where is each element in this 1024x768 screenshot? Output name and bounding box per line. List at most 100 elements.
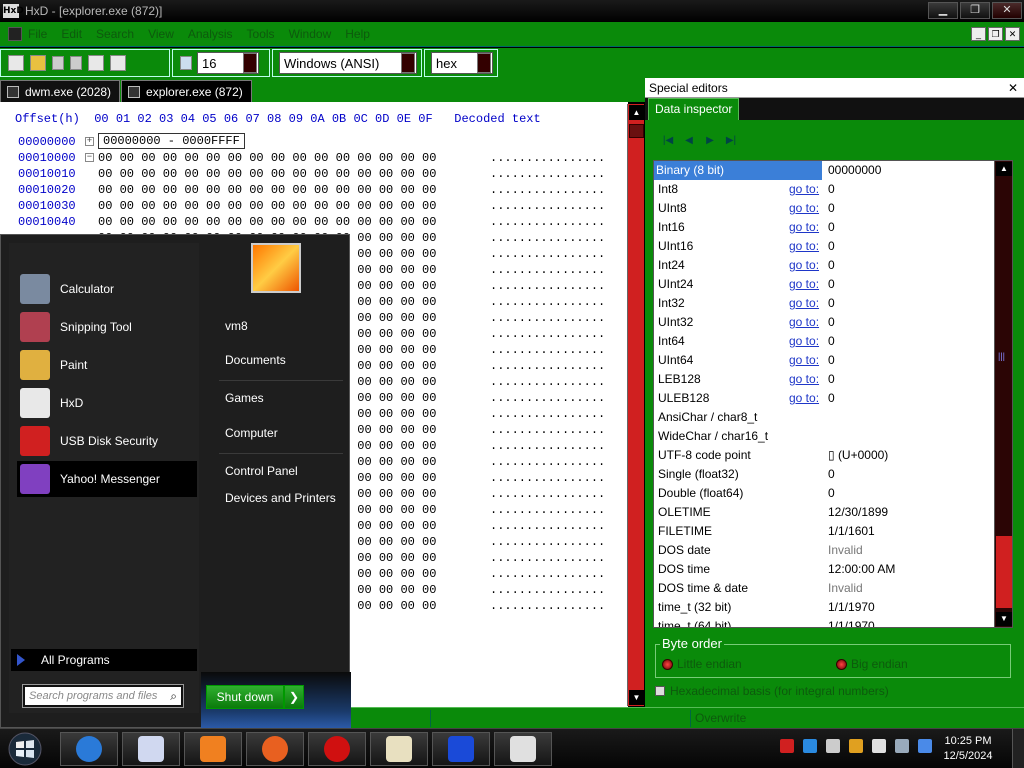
hex-row[interactable]: 00 00 00 00 00 00 00 00 00 00 00 00 00 0…: [98, 150, 436, 166]
little-endian-radio[interactable]: Little endian: [662, 657, 742, 671]
inspector-value[interactable]: 1/1/1970: [828, 598, 875, 617]
inspector-row[interactable]: UInt8 go to: 0: [654, 199, 994, 218]
scroll-down-icon[interactable]: ▼: [996, 612, 1012, 626]
usb-security-tray-icon[interactable]: [780, 739, 794, 753]
menu-tools[interactable]: Tools: [247, 27, 275, 41]
scroll-track[interactable]: [996, 536, 1012, 608]
mdi-close-button[interactable]: ✕: [1005, 27, 1020, 41]
inspector-row[interactable]: AnsiChar / char8_t: [654, 408, 994, 427]
bytes-per-row-select[interactable]: 16: [197, 52, 259, 74]
open-disk-icon[interactable]: [88, 55, 104, 71]
inspector-row[interactable]: UInt32 go to: 0: [654, 313, 994, 332]
start-program-item[interactable]: USB Disk Security: [17, 423, 197, 459]
inspector-row[interactable]: Int32 go to: 0: [654, 294, 994, 313]
goto-link[interactable]: go to:: [789, 313, 819, 332]
taskbar-button[interactable]: [494, 732, 552, 766]
messenger-tray-icon[interactable]: [826, 739, 840, 753]
goto-link[interactable]: go to:: [789, 199, 819, 218]
windows-start-icon[interactable]: [6, 731, 44, 767]
inspector-row[interactable]: Binary (8 bit) 00000000: [654, 161, 994, 180]
search-icon[interactable]: ⌕: [170, 689, 177, 704]
inspector-value[interactable]: 12:00:00 AM: [828, 560, 895, 579]
all-programs-button[interactable]: All Programs: [11, 649, 197, 671]
menu-analysis[interactable]: Analysis: [188, 27, 233, 41]
inspector-value[interactable]: 1/1/1601: [828, 522, 875, 541]
decoded-row[interactable]: ................: [490, 182, 605, 198]
charset-select[interactable]: Windows (ANSI): [279, 52, 417, 74]
inspector-value[interactable]: 0: [828, 275, 835, 294]
inspector-value[interactable]: 0: [828, 180, 835, 199]
go-last-icon[interactable]: ▶|: [722, 134, 740, 148]
decoded-row[interactable]: ................: [490, 214, 605, 230]
inspector-row[interactable]: UTF-8 code point ▯ (U+0000): [654, 446, 994, 465]
go-first-icon[interactable]: |◀: [659, 134, 677, 148]
start-program-item[interactable]: Paint: [17, 347, 197, 383]
taskbar-button[interactable]: [122, 732, 180, 766]
decoded-row[interactable]: ................: [490, 150, 605, 166]
mdi-restore-button[interactable]: ❐: [988, 27, 1003, 41]
decoded-row[interactable]: ................: [490, 454, 605, 470]
scroll-thumb[interactable]: [629, 124, 644, 138]
inspector-value[interactable]: 00000000: [828, 161, 881, 180]
hex-basis-checkbox[interactable]: Hexadecimal basis (for integral numbers): [655, 684, 889, 698]
goto-link[interactable]: go to:: [789, 218, 819, 237]
decoded-text[interactable]: ........................................…: [490, 150, 605, 614]
decoded-row[interactable]: ................: [490, 550, 605, 566]
goto-link[interactable]: go to:: [789, 351, 819, 370]
hex-row[interactable]: 00 00 00 00 00 00 00 00 00 00 00 00 00 0…: [98, 214, 436, 230]
decoded-row[interactable]: ................: [490, 230, 605, 246]
collapse-section-icon[interactable]: −: [85, 153, 94, 162]
taskbar-button[interactable]: [246, 732, 304, 766]
taskbar-button[interactable]: [308, 732, 366, 766]
inspector-value[interactable]: 0: [828, 294, 835, 313]
decoded-row[interactable]: ................: [490, 262, 605, 278]
inspector-row[interactable]: Single (float32) 0: [654, 465, 994, 484]
decoded-row[interactable]: ................: [490, 598, 605, 614]
decoded-row[interactable]: ................: [490, 470, 605, 486]
scroll-up-icon[interactable]: ▲: [629, 105, 644, 120]
expand-section-icon[interactable]: +: [85, 137, 94, 146]
menu-search[interactable]: Search: [96, 27, 134, 41]
inspector-value[interactable]: 0: [828, 351, 835, 370]
start-link-documents[interactable]: Documents: [225, 353, 345, 368]
inspector-value[interactable]: ▯ (U+0000): [828, 446, 888, 465]
chevron-down-icon[interactable]: [477, 53, 491, 73]
volume-tray-icon[interactable]: [918, 739, 932, 753]
start-program-item[interactable]: Snipping Tool: [17, 309, 197, 345]
inspector-row[interactable]: Int8 go to: 0: [654, 180, 994, 199]
tab-explorer[interactable]: explorer.exe (872): [121, 80, 252, 102]
inspector-value[interactable]: 0: [828, 484, 835, 503]
start-search-input[interactable]: Search programs and files ⌕: [22, 684, 184, 708]
taskbar-button[interactable]: [370, 732, 428, 766]
go-next-icon[interactable]: ▶: [701, 134, 719, 148]
dropbox-tray-icon[interactable]: [803, 739, 817, 753]
inspector-row[interactable]: time_t (64 bit) 1/1/1970: [654, 617, 994, 627]
shutdown-options-icon[interactable]: ❯: [284, 685, 304, 709]
taskbar-button[interactable]: [432, 732, 490, 766]
decoded-row[interactable]: ................: [490, 326, 605, 342]
hex-row[interactable]: 00 00 00 00 00 00 00 00 00 00 00 00 00 0…: [98, 166, 436, 182]
menu-edit[interactable]: Edit: [61, 27, 82, 41]
inspector-value[interactable]: 0: [828, 256, 835, 275]
inspector-row[interactable]: DOS time 12:00:00 AM: [654, 560, 994, 579]
goto-link[interactable]: go to:: [789, 389, 819, 408]
properties-icon[interactable]: [110, 55, 126, 71]
inspector-row[interactable]: Int24 go to: 0: [654, 256, 994, 275]
start-link-control-panel[interactable]: Control Panel: [225, 464, 345, 479]
inspector-value[interactable]: Invalid: [828, 541, 863, 560]
show-desktop-button[interactable]: [1012, 729, 1024, 768]
maximize-button[interactable]: ❐: [960, 2, 990, 19]
document-menu-icon[interactable]: [8, 27, 22, 41]
inspector-row[interactable]: Int16 go to: 0: [654, 218, 994, 237]
inspector-value[interactable]: 0: [828, 389, 835, 408]
goto-link[interactable]: go to:: [789, 237, 819, 256]
big-endian-radio[interactable]: Big endian: [836, 657, 908, 671]
inspector-value[interactable]: 1/1/1970: [828, 617, 875, 627]
new-file-icon[interactable]: [8, 55, 24, 71]
decoded-row[interactable]: ................: [490, 342, 605, 358]
decoded-row[interactable]: ................: [490, 518, 605, 534]
minimize-button[interactable]: ▁: [928, 2, 958, 19]
start-link-user[interactable]: vm8: [225, 319, 345, 334]
start-link-devices-printers[interactable]: Devices and Printers: [225, 491, 345, 506]
start-program-item[interactable]: Yahoo! Messenger: [17, 461, 197, 497]
